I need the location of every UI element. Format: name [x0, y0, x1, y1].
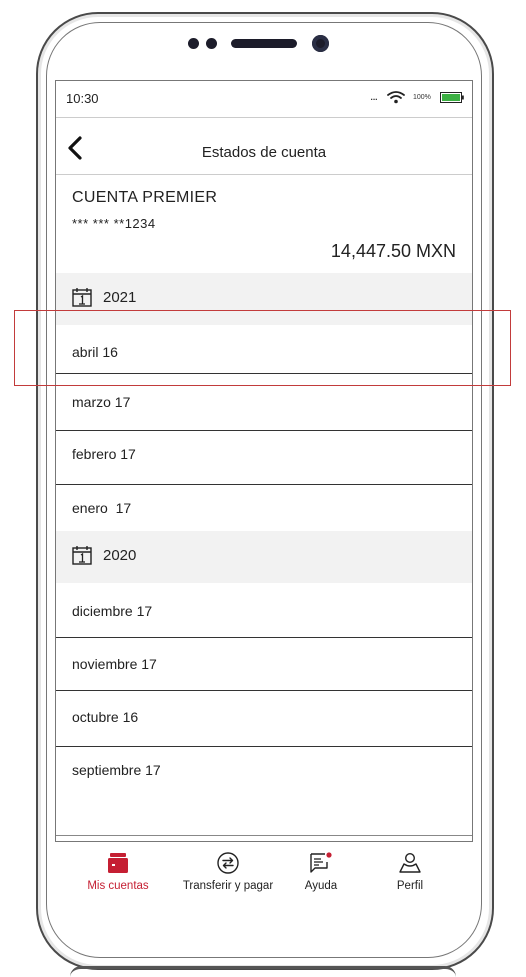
status-time: 10:30 [66, 91, 99, 106]
statement-row-diciembre-2020[interactable]: diciembre 17 [56, 583, 472, 638]
nav-label: Perfil [396, 880, 424, 892]
profile-icon [399, 852, 421, 873]
nav-label: Transferir y pagar [182, 880, 274, 892]
statement-label: enero 17 [72, 500, 132, 516]
account-summary: CUENTA PREMIER *** *** **1234 14,447.50 … [56, 175, 472, 273]
front-camera [312, 35, 329, 52]
year-label: 2021 [103, 289, 137, 306]
signal-icon: ... [370, 89, 378, 103]
status-bar: 10:30 ... 100% [56, 81, 472, 118]
battery-icon [440, 92, 464, 103]
nav-label: Mis cuentas [87, 880, 149, 892]
app-header: Estados de cuenta [56, 118, 472, 175]
account-number: *** *** **1234 [72, 216, 156, 231]
sensor-dot-left [188, 38, 199, 49]
app-screen: 10:30 ... 100% Estados de cuenta CUENTA … [55, 80, 473, 842]
account-balance: 14,447.50 MXN [330, 241, 456, 261]
statement-label: octubre 16 [72, 709, 139, 725]
phone-bottom-edge [70, 966, 456, 977]
year-header-2021: 2021 [56, 273, 472, 325]
statement-label: marzo 17 [72, 394, 131, 410]
wifi-icon [387, 91, 405, 104]
nav-ayuda[interactable]: Ayuda [296, 852, 346, 892]
statement-row-enero-2021[interactable]: enero 17 [56, 485, 472, 531]
calendar-icon [72, 288, 92, 307]
statement-row-febrero-2021[interactable]: febrero 17 [56, 431, 472, 485]
bottom-nav-divider [56, 835, 472, 837]
statement-label: abril 16 [72, 344, 118, 360]
calendar-icon [72, 546, 92, 565]
statement-row-marzo-2021[interactable]: marzo 17 [56, 374, 472, 431]
statement-label: septiembre 17 [72, 762, 161, 778]
page-title: Estados de cuenta [201, 144, 327, 161]
statement-label: febrero 17 [72, 446, 136, 462]
statement-row-octubre-2020[interactable]: octubre 16 [56, 691, 472, 747]
help-chat-icon [310, 852, 332, 873]
nav-perfil[interactable]: Perfil [385, 852, 435, 892]
wallet-icon [108, 853, 128, 873]
statement-label: diciembre 17 [72, 603, 153, 619]
statement-row-noviembre-2020[interactable]: noviembre 17 [56, 638, 472, 691]
statement-row-septiembre-2020[interactable]: septiembre 17 [56, 747, 472, 834]
year-header-2020: 2020 [56, 531, 472, 583]
transfer-icon [217, 852, 239, 874]
nav-label: Ayuda [304, 880, 338, 892]
nav-transferir-y-pagar[interactable]: Transferir y pagar [173, 852, 283, 892]
battery-percentage: 100% [413, 94, 431, 101]
sensor-dot-right [206, 38, 217, 49]
statement-label: noviembre 17 [72, 656, 157, 672]
year-label: 2020 [103, 547, 137, 564]
speaker-grille [231, 39, 297, 48]
nav-mis-cuentas[interactable]: Mis cuentas [78, 852, 158, 892]
account-name: CUENTA PREMIER [72, 189, 218, 206]
statement-row-abril-2021[interactable]: abril 16 [56, 325, 472, 374]
